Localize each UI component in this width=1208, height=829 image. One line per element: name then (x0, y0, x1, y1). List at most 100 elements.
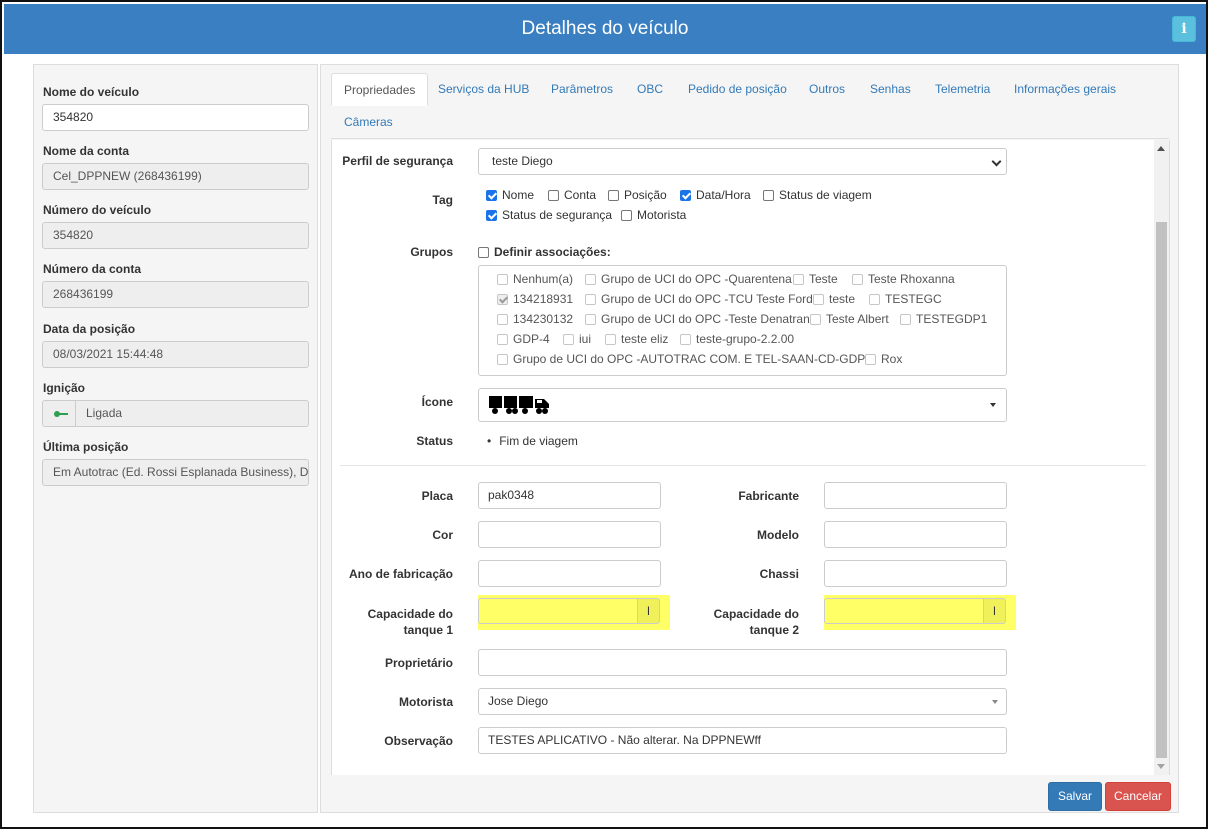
checkbox-icon (497, 293, 508, 305)
dialog-header: Detalhes do veículo i (4, 4, 1206, 54)
vehicle-number-label: Número do veículo (43, 203, 152, 217)
checkbox-icon (585, 273, 596, 285)
last-position-label: Última posição (43, 440, 129, 454)
cancel-button[interactable]: Cancelar (1105, 782, 1171, 811)
truck-icon (489, 396, 549, 414)
tab-cameras[interactable]: Câmeras (344, 106, 393, 139)
tab-propriedades[interactable]: Propriedades (331, 73, 429, 106)
checkbox-icon (680, 333, 691, 345)
chassis-input[interactable] (824, 560, 1007, 587)
checkbox-icon (548, 189, 559, 201)
security-profile-value: teste Diego (492, 154, 553, 168)
define-associations-checkbox[interactable]: Definir associações: (478, 245, 611, 259)
checkbox-icon (852, 273, 863, 285)
checkbox-icon (869, 293, 880, 305)
position-date-field: 08/03/2021 15:44:48 (42, 341, 309, 368)
group-item: Grupo de UCI do OPC -Quarentena (585, 272, 792, 286)
driver-select[interactable]: Jose Diego (478, 688, 1007, 715)
tab-informacoes-gerais[interactable]: Informações gerais (1014, 73, 1116, 106)
checkbox-icon (810, 313, 821, 325)
tag-option-conta[interactable]: Conta (548, 188, 596, 202)
year-input[interactable] (478, 560, 661, 587)
scrollbar-thumb[interactable] (1156, 222, 1167, 758)
tag-option-status-seguranca[interactable]: Status de segurança (486, 208, 612, 222)
year-label: Ano de fabricação (348, 567, 453, 581)
chevron-down-icon (991, 156, 1002, 167)
group-item: TESTEGC (869, 292, 942, 306)
tag-option-posicao[interactable]: Posição (608, 188, 667, 202)
tab-outros[interactable]: Outros (809, 73, 845, 106)
model-input[interactable] (824, 521, 1007, 548)
info-button[interactable]: i (1172, 16, 1196, 42)
plate-input[interactable]: pak0348 (478, 482, 661, 509)
tank1-input[interactable] (478, 598, 638, 624)
color-input[interactable] (478, 521, 661, 548)
last-position-field: Em Autotrac (Ed. Rossi Esplanada Busines… (42, 459, 309, 486)
ignition-addon (43, 401, 76, 426)
tab-pedido-posicao[interactable]: Pedido de posição (688, 73, 787, 106)
observation-input[interactable]: TESTES APLICATIVO - Não alterar. Na DPPN… (478, 727, 1007, 754)
caret-down-icon (990, 403, 996, 407)
tag-option-motorista[interactable]: Motorista (621, 208, 686, 222)
driver-value: Jose Diego (488, 694, 549, 708)
account-name-label: Nome da conta (43, 144, 130, 158)
tag-option-data-hora[interactable]: Data/Hora (680, 188, 751, 202)
vehicle-name-input[interactable]: 354820 (42, 104, 309, 131)
color-label: Cor (432, 528, 453, 542)
checkbox-icon (865, 353, 876, 365)
dialog-title: Detalhes do veículo (521, 18, 689, 39)
tank1-highlight: l (478, 595, 670, 630)
scrollbar[interactable] (1154, 140, 1169, 775)
tank1-unit: l (637, 598, 660, 624)
checkbox-icon (608, 189, 619, 201)
scroll-down-arrow-icon[interactable] (1157, 764, 1165, 769)
group-item: Nenhum(a) (497, 272, 573, 286)
security-profile-label: Perfil de segurança (342, 154, 453, 168)
window: Detalhes do veículo i Nome do veículo 35… (0, 0, 1208, 829)
groups-label: Grupos (410, 245, 453, 259)
driver-label: Motorista (399, 695, 453, 709)
group-item: Teste (793, 272, 838, 286)
ignition-label: Ignição (43, 381, 86, 395)
scroll-up-arrow-icon[interactable] (1157, 146, 1165, 151)
checkbox-icon (478, 246, 489, 258)
owner-input[interactable] (478, 649, 1007, 676)
group-item: GDP-4 (497, 332, 550, 346)
tab-servicos-hub[interactable]: Serviços da HUB (438, 73, 529, 106)
tab-obc[interactable]: OBC (637, 73, 663, 106)
checkbox-icon (813, 293, 824, 305)
tab-bar: Propriedades Serviços da HUB Parâmetros … (331, 73, 1169, 139)
vehicle-number-field: 354820 (42, 222, 309, 249)
security-profile-select[interactable]: teste Diego (478, 148, 1007, 175)
tag-option-status-viagem[interactable]: Status de viagem (763, 188, 872, 202)
divider (340, 465, 1146, 466)
group-item: Rox (865, 352, 902, 366)
ignition-value: Ligada (86, 406, 123, 420)
group-item: Grupo de UCI do OPC -AUTOTRAC COM. E TEL… (497, 352, 875, 366)
group-item: 134230132 (497, 312, 573, 326)
model-label: Modelo (757, 528, 799, 542)
tag-option-nome[interactable]: Nome (486, 188, 534, 202)
tab-telemetria[interactable]: Telemetria (935, 73, 990, 106)
checkbox-icon (563, 333, 574, 345)
save-button[interactable]: Salvar (1048, 782, 1102, 811)
tab-parametros[interactable]: Parâmetros (551, 73, 613, 106)
tag-label: Tag (432, 193, 453, 207)
group-item: iui (563, 332, 591, 346)
tank2-input[interactable] (824, 598, 984, 624)
account-name-field: Cel_DPPNEW (268436199) (42, 163, 309, 190)
properties-content: Perfil de segurança teste Diego Tag Nome… (331, 140, 1170, 775)
tank2-highlight: l (824, 595, 1016, 630)
icon-select[interactable] (478, 388, 1007, 422)
position-date-label: Data da posição (43, 322, 136, 336)
vehicle-summary-panel: Nome do veículo 354820 Nome da conta Cel… (33, 64, 318, 813)
group-item: Teste Albert (810, 312, 889, 326)
group-item: 134218931 (497, 292, 573, 306)
group-item: Grupo de UCI do OPC -TCU Teste Ford (585, 292, 813, 306)
manufacturer-input[interactable] (824, 482, 1007, 509)
ignition-field: Ligada (42, 400, 309, 427)
account-number-field: 268436199 (42, 281, 309, 308)
tank2-unit: l (983, 598, 1006, 624)
tab-senhas[interactable]: Senhas (870, 73, 911, 106)
group-item: teste eliz (605, 332, 668, 346)
